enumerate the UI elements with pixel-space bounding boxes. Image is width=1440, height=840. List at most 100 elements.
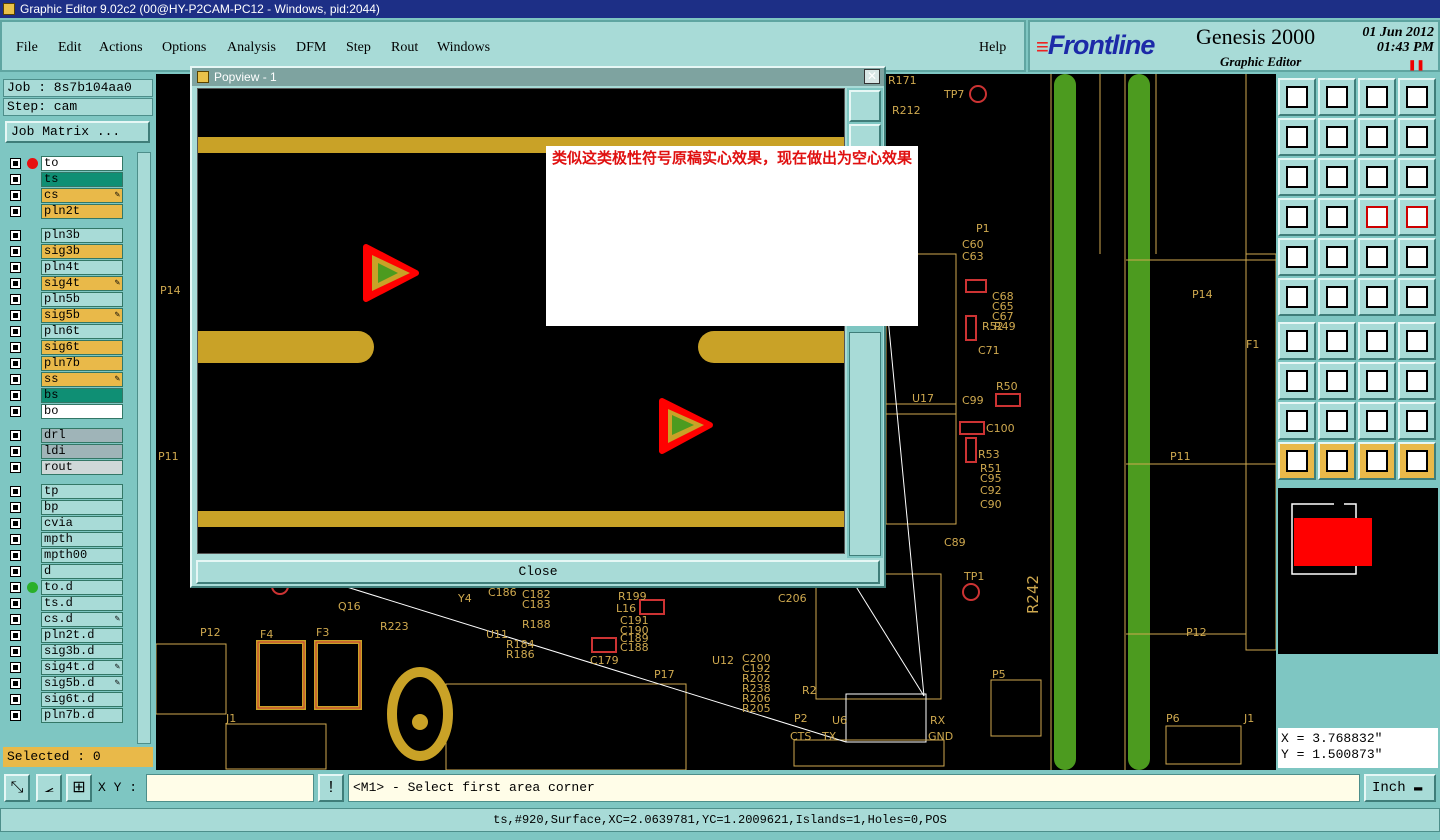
layer-checkbox[interactable] bbox=[10, 174, 21, 185]
layer-row[interactable]: ts bbox=[5, 172, 127, 187]
fit-window-icon[interactable] bbox=[1278, 158, 1316, 196]
layer-name[interactable]: bs bbox=[41, 388, 123, 403]
xy-input[interactable] bbox=[146, 774, 314, 802]
cross-icon[interactable] bbox=[1318, 278, 1356, 316]
popview-scrollbar[interactable] bbox=[849, 332, 881, 556]
layer-name[interactable]: to.d bbox=[41, 580, 123, 595]
layer-row[interactable]: cvia bbox=[5, 516, 127, 531]
resize-icon[interactable] bbox=[1358, 362, 1396, 400]
layer-row[interactable]: sig6t bbox=[5, 340, 127, 355]
layer-row[interactable]: pln7b bbox=[5, 356, 127, 371]
menu-dfm[interactable]: DFM bbox=[296, 40, 326, 56]
layer-name[interactable]: pln5b bbox=[41, 292, 123, 307]
surface-edit-icon[interactable] bbox=[1318, 402, 1356, 440]
add-circle-icon[interactable] bbox=[1398, 238, 1436, 276]
menu-help[interactable]: Help bbox=[979, 40, 1006, 56]
layer-row[interactable]: d bbox=[5, 564, 127, 579]
ruler-icon[interactable] bbox=[1278, 198, 1316, 236]
break-icon[interactable] bbox=[1318, 362, 1356, 400]
arc-icon[interactable] bbox=[1358, 278, 1396, 316]
layer-row[interactable]: tp bbox=[5, 484, 127, 499]
layer-row[interactable]: drl bbox=[5, 428, 127, 443]
layer-checkbox[interactable] bbox=[10, 598, 21, 609]
layer-checkbox[interactable] bbox=[10, 486, 21, 497]
arc-edit-icon[interactable] bbox=[1398, 278, 1436, 316]
measure-tool-icon[interactable] bbox=[1358, 238, 1396, 276]
close-icon[interactable]: ✕ bbox=[864, 69, 880, 84]
layer-checkbox[interactable] bbox=[10, 374, 21, 385]
center-icon[interactable] bbox=[1318, 158, 1356, 196]
fill-icon[interactable] bbox=[1358, 402, 1396, 440]
layer-checkbox[interactable] bbox=[10, 662, 21, 673]
layer-checkbox[interactable] bbox=[10, 518, 21, 529]
layer-row[interactable]: sig5b.d ✎ bbox=[5, 676, 127, 691]
layer-name[interactable]: sig4t ✎ bbox=[41, 276, 123, 291]
job-matrix-button[interactable]: Job Matrix ... bbox=[5, 121, 150, 143]
layer-row[interactable]: sig3b bbox=[5, 244, 127, 259]
layer-name[interactable]: ts bbox=[41, 172, 123, 187]
menu-step[interactable]: Step bbox=[346, 40, 371, 56]
snap-grid-icon[interactable]: ⊞ bbox=[66, 774, 92, 802]
layer-checkbox[interactable] bbox=[10, 294, 21, 305]
popview-close-button[interactable]: Close bbox=[196, 560, 880, 584]
layer-row[interactable]: pln7b.d bbox=[5, 708, 127, 723]
popview-zoom-icon[interactable] bbox=[849, 90, 881, 122]
menu-options[interactable]: Options bbox=[162, 40, 206, 56]
split-icon[interactable] bbox=[1398, 322, 1436, 360]
layer-name[interactable]: pln2t bbox=[41, 204, 123, 219]
select-area-icon[interactable] bbox=[1318, 442, 1356, 480]
layer-row[interactable]: mpth bbox=[5, 532, 127, 547]
zoom-in-icon[interactable] bbox=[1318, 78, 1356, 116]
layer-checkbox[interactable] bbox=[10, 246, 21, 257]
layer-name[interactable]: pln2t.d bbox=[41, 628, 123, 643]
menu-analysis[interactable]: Analysis bbox=[227, 40, 276, 56]
layer-row[interactable]: cs ✎ bbox=[5, 188, 127, 203]
layer-name[interactable]: pln7b.d bbox=[41, 708, 123, 723]
layer-name[interactable]: rout bbox=[41, 460, 123, 475]
layer-list-scrollbar[interactable] bbox=[137, 152, 151, 744]
layer-name[interactable]: sig5b ✎ bbox=[41, 308, 123, 323]
connect-icon[interactable] bbox=[1278, 278, 1316, 316]
pan-right-icon[interactable] bbox=[1318, 118, 1356, 156]
layer-checkbox[interactable] bbox=[10, 710, 21, 721]
layer-name[interactable]: sig4t.d ✎ bbox=[41, 660, 123, 675]
layer-name[interactable]: bo bbox=[41, 404, 123, 419]
select-icon[interactable] bbox=[1278, 442, 1316, 480]
layer-settings-icon[interactable] bbox=[1398, 198, 1436, 236]
scale-1-1-icon[interactable] bbox=[1358, 158, 1396, 196]
layer-checkbox[interactable] bbox=[10, 502, 21, 513]
measure-icon[interactable]: ⦟ bbox=[36, 774, 62, 802]
layer-row[interactable]: pln5b bbox=[5, 292, 127, 307]
add-line-icon[interactable] bbox=[1318, 238, 1356, 276]
layer-name[interactable]: sig3b bbox=[41, 244, 123, 259]
layer-checkbox[interactable] bbox=[10, 430, 21, 441]
layer-checkbox[interactable] bbox=[10, 646, 21, 657]
layer-row[interactable]: pln3b bbox=[5, 228, 127, 243]
layer-row[interactable]: to.d bbox=[5, 580, 127, 595]
layer-checkbox[interactable] bbox=[10, 678, 21, 689]
layer-row[interactable]: to bbox=[5, 156, 127, 171]
layer-row[interactable]: bo bbox=[5, 404, 127, 419]
fill-edit-icon[interactable] bbox=[1398, 402, 1436, 440]
surface-icon[interactable] bbox=[1278, 402, 1316, 440]
layer-name[interactable]: cs.d ✎ bbox=[41, 612, 123, 627]
layer-row[interactable]: cs.d ✎ bbox=[5, 612, 127, 627]
select-net-icon[interactable] bbox=[1398, 442, 1436, 480]
layer-name[interactable]: cvia bbox=[41, 516, 123, 531]
draw-line-icon[interactable] bbox=[1278, 322, 1316, 360]
layer-row[interactable]: pln2t.d bbox=[5, 628, 127, 643]
popview-dialog[interactable]: Popview - 1 ✕ Close bbox=[190, 66, 886, 588]
layer-row[interactable]: sig4t.d ✎ bbox=[5, 660, 127, 675]
layer-name[interactable]: pln4t bbox=[41, 260, 123, 275]
layer-checkbox[interactable] bbox=[10, 614, 21, 625]
layer-name[interactable]: pln3b bbox=[41, 228, 123, 243]
layer-checkbox[interactable] bbox=[10, 446, 21, 457]
window-split-icon[interactable] bbox=[1398, 78, 1436, 116]
layer-row[interactable]: sig6t.d bbox=[5, 692, 127, 707]
layer-checkbox[interactable] bbox=[10, 206, 21, 217]
layer-name[interactable]: pln6t bbox=[41, 324, 123, 339]
layer-checkbox[interactable] bbox=[10, 566, 21, 577]
layer-checkbox[interactable] bbox=[10, 190, 21, 201]
layer-checkbox[interactable] bbox=[10, 390, 21, 401]
select-touch-icon[interactable] bbox=[1358, 442, 1396, 480]
